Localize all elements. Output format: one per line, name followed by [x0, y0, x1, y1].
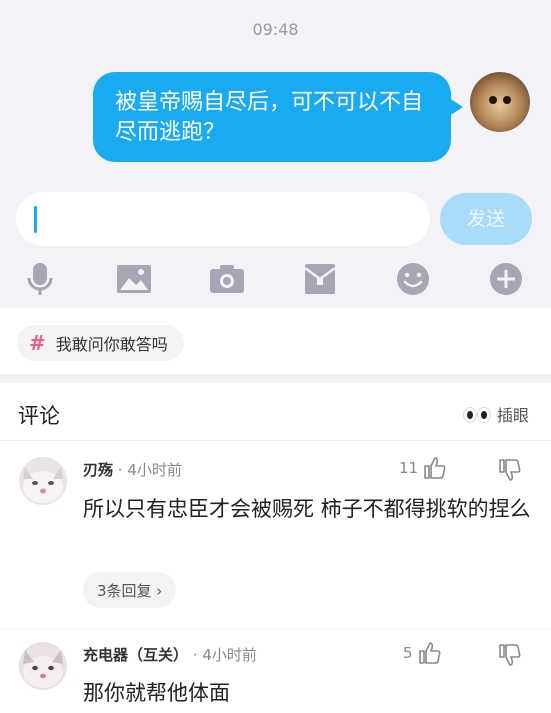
comment-text: 那你就帮他体面 [83, 681, 230, 705]
message-time: 09:48 [252, 20, 299, 39]
like-button[interactable]: 5 [403, 640, 443, 666]
topic-tag[interactable]: # 我敢问你敢答吗 [17, 325, 184, 361]
red-envelope-icon[interactable] [300, 259, 340, 299]
image-icon[interactable] [114, 259, 154, 299]
comment-meta: 充电器（互关） · 4小时前 [83, 644, 257, 665]
comments-header: 评论 插眼 [0, 384, 551, 440]
microphone-icon[interactable] [20, 259, 60, 299]
message-bubble[interactable]: 被皇帝赐自尽后，可不可以不自尽而逃跑？ [93, 72, 463, 162]
like-button[interactable]: 11 [399, 455, 448, 481]
commenter-avatar[interactable] [19, 642, 67, 690]
topic-label: 我敢问你敢答吗 [55, 335, 168, 354]
chat-area: 09:48 被皇帝赐自尽后，可不可以不自尽而逃跑？ 发送 [0, 0, 551, 308]
like-count: 11 [399, 459, 419, 477]
comment-meta: 刃殇 · 4小时前 [83, 459, 182, 480]
peek-button[interactable]: 插眼 [462, 402, 529, 426]
camera-icon[interactable] [207, 259, 247, 299]
comment-time: · 4小时前 [192, 646, 257, 664]
section-divider [0, 374, 551, 383]
avatar-eye-left [489, 96, 497, 104]
avatar[interactable] [470, 72, 530, 132]
plus-icon[interactable] [486, 259, 526, 299]
commenter-name[interactable]: 充电器（互关） [83, 646, 188, 664]
thumbs-down-icon[interactable] [497, 457, 523, 483]
commenter-avatar[interactable] [19, 457, 67, 505]
thumbs-up-icon [418, 642, 440, 664]
hashtag-icon: # [29, 331, 46, 355]
emoji-icon[interactable] [393, 259, 433, 299]
peek-label: 插眼 [496, 406, 529, 425]
comment-time: · 4小时前 [117, 461, 182, 479]
header-divider [0, 440, 551, 441]
text-cursor [34, 206, 37, 233]
thumbs-up-icon [424, 457, 446, 479]
thumbs-down-icon[interactable] [497, 642, 523, 668]
view-replies-button[interactable]: 3条回复 › [83, 572, 177, 608]
comments-title: 评论 [18, 404, 60, 428]
message-input[interactable] [16, 192, 430, 246]
eyes-icon [462, 405, 491, 423]
send-button[interactable]: 发送 [440, 193, 532, 245]
avatar-eye-right [503, 96, 511, 104]
comment-text: 所以只有忠臣才会被赐死 柿子不都得挑软的捏么 [83, 497, 531, 521]
composer-toolbar [0, 254, 551, 302]
comment-divider [0, 628, 551, 629]
like-count: 5 [403, 644, 413, 662]
commenter-name[interactable]: 刃殇 [83, 461, 113, 479]
